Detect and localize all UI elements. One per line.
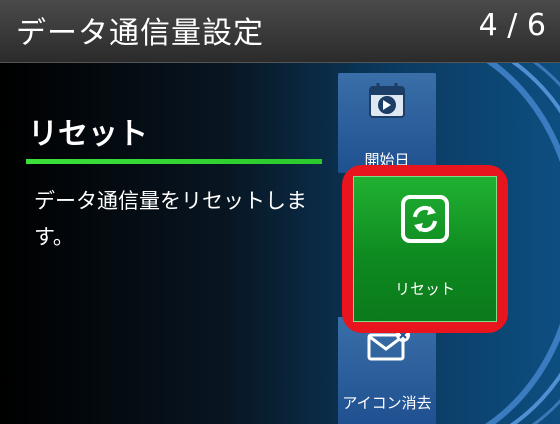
envelope-delete-icon	[367, 327, 411, 367]
section-title: リセット	[28, 117, 148, 152]
page-indicator: 4 / 6	[478, 8, 546, 43]
main-area: リセット データ通信量をリセットします。 開始日 アイコン消去 リセット	[0, 63, 560, 424]
title-bar: データ通信量設定 4 / 6	[0, 0, 560, 63]
section-description: データ通信量をリセットします。	[34, 189, 307, 249]
device-screen: データ通信量設定 4 / 6 リセット データ通信量をリセットします。 開始日 …	[0, 0, 560, 424]
menu-item-label: アイコン消去	[342, 394, 432, 412]
title-underline	[26, 159, 322, 164]
menu-item-start-date[interactable]: 開始日	[338, 73, 436, 173]
menu-item-label: リセット	[394, 280, 455, 298]
menu-item-reset[interactable]: リセット	[353, 176, 497, 322]
screen-title: データ通信量設定	[16, 16, 264, 51]
menu-item-icon-erase[interactable]: アイコン消去	[338, 317, 436, 424]
reset-icon	[401, 195, 449, 247]
calendar-arrow-icon	[367, 81, 407, 125]
